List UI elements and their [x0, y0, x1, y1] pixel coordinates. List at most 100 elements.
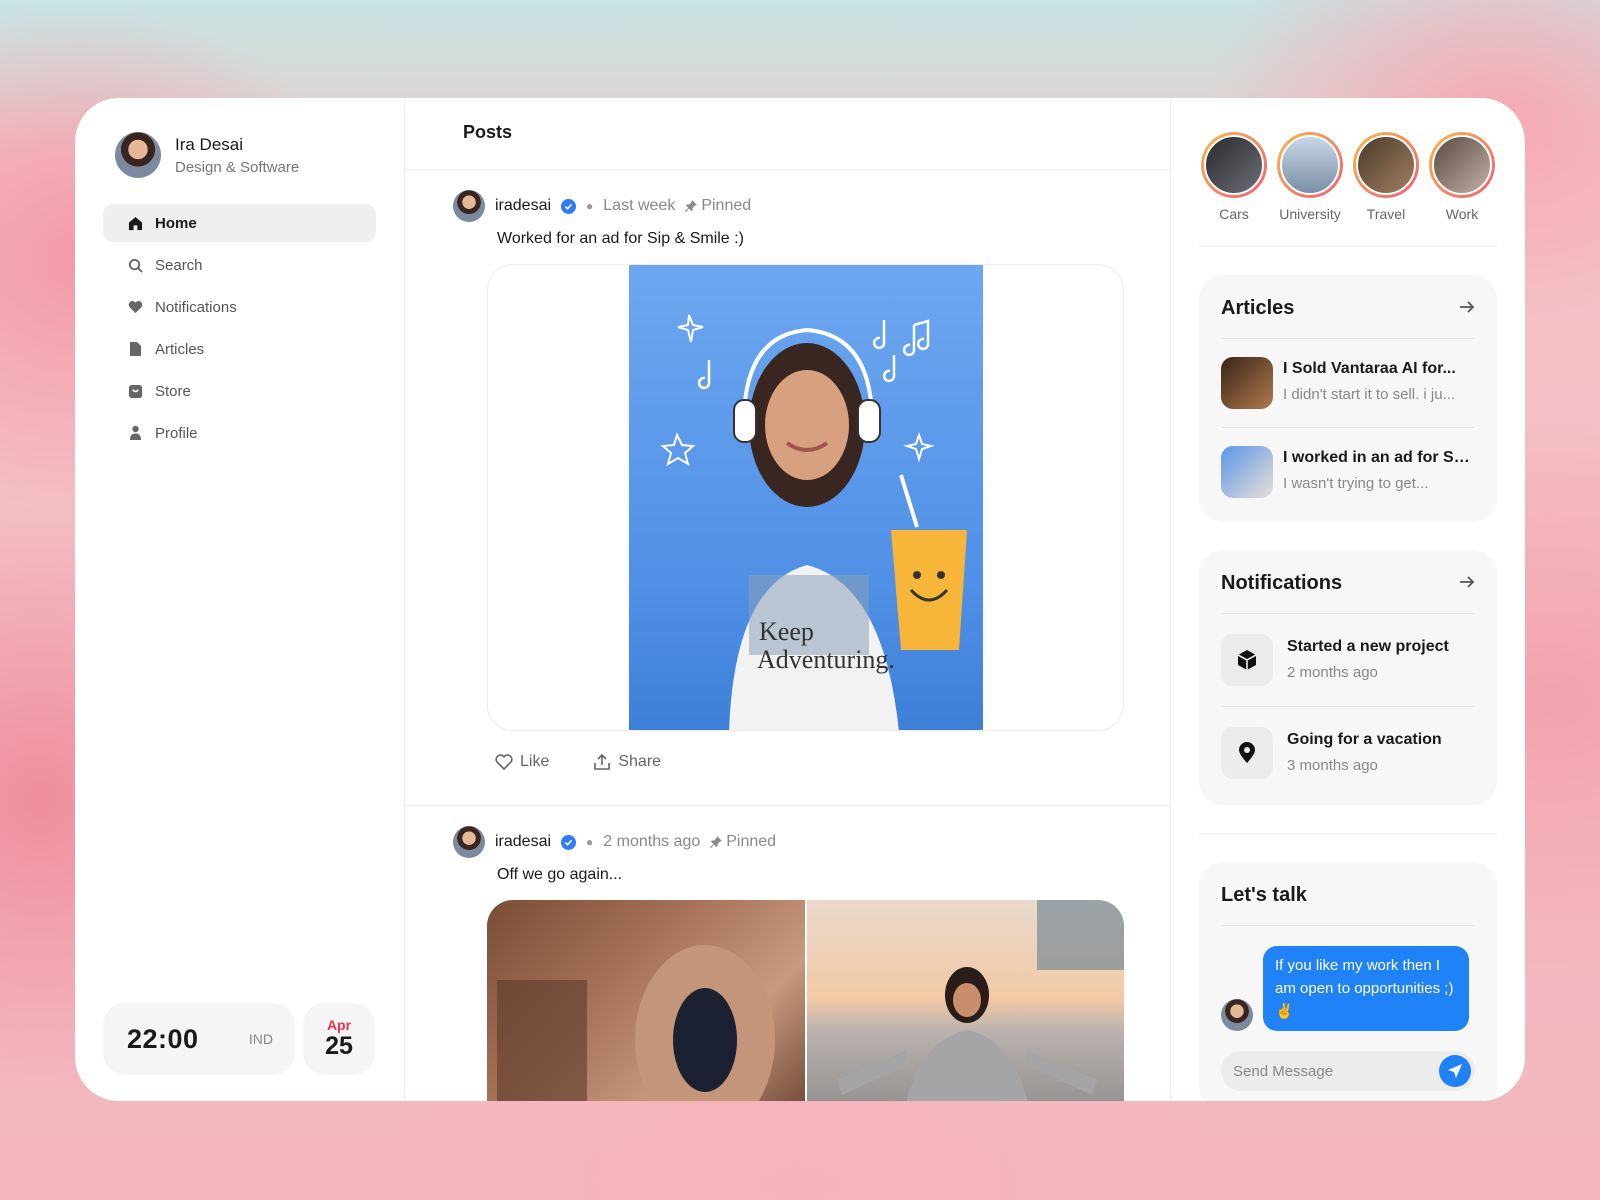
- notification-item[interactable]: Going for a vacation 3 months ago: [1221, 707, 1475, 799]
- article-title: I worked in an ad for Si...: [1283, 449, 1471, 466]
- clock-time: 22:00: [127, 1023, 199, 1054]
- sidebar-item-articles[interactable]: Articles: [103, 330, 376, 368]
- story-ring: [1353, 132, 1419, 198]
- notification-time: 3 months ago: [1287, 757, 1378, 774]
- store-icon: [127, 383, 143, 399]
- post-photo: Keep Adventuring.: [629, 265, 983, 730]
- post-time: Last week: [603, 197, 676, 214]
- sidebar-item-search[interactable]: Search: [103, 246, 376, 284]
- post-media-gallery[interactable]: [487, 900, 1124, 1101]
- post-photo-airplane-window: [487, 900, 805, 1101]
- article-thumbnail: [1221, 446, 1273, 498]
- post-header: iradesai ● 2 months ago Pinned: [453, 826, 1170, 858]
- story-cars[interactable]: Cars: [1199, 132, 1269, 222]
- share-button[interactable]: Share: [593, 753, 661, 771]
- article-excerpt: I wasn't trying to get...: [1283, 475, 1429, 492]
- like-label: Like: [520, 753, 550, 770]
- heart-icon: [127, 299, 143, 315]
- chat-title: Let's talk: [1221, 884, 1475, 926]
- chat-panel: Let's talk If you like my work then I am…: [1199, 862, 1497, 1101]
- avatar: [1221, 999, 1253, 1031]
- notification-title: Going for a vacation: [1287, 731, 1442, 748]
- posts-feed: Posts iradesai ● Last week Pinned Worked…: [405, 98, 1171, 1101]
- svg-text:Keep: Keep: [759, 617, 814, 646]
- notifications-title: Notifications: [1221, 572, 1343, 594]
- story-ring: [1429, 132, 1495, 198]
- heart-outline-icon: [495, 754, 513, 770]
- sidebar-item-label: Store: [155, 382, 191, 400]
- verified-icon: [561, 834, 577, 850]
- article-thumbnail: [1221, 357, 1273, 409]
- articles-panel: Articles I Sold Vantaraa AI for... I did…: [1199, 275, 1497, 522]
- post: iradesai ● 2 months ago Pinned Off we go…: [405, 806, 1170, 1101]
- story-label: University: [1279, 206, 1341, 222]
- notification-item[interactable]: Started a new project 2 months ago: [1221, 614, 1475, 707]
- separator-dot: ●: [586, 835, 594, 849]
- sidebar-item-notifications[interactable]: Notifications: [103, 288, 376, 326]
- articles-header: Articles: [1221, 297, 1475, 339]
- profile-role: Design & Software: [175, 158, 300, 176]
- sidebar-item-store[interactable]: Store: [103, 372, 376, 410]
- chat-message-row: If you like my work then I am open to op…: [1221, 946, 1475, 1031]
- notification-time: 2 months ago: [1287, 664, 1378, 681]
- article-item[interactable]: I Sold Vantaraa AI for... I didn't start…: [1221, 339, 1475, 428]
- arrow-right-icon[interactable]: [1459, 298, 1475, 319]
- notifications-panel: Notifications Started a new project 2 mo…: [1199, 550, 1497, 805]
- clock-zone: IND: [248, 1031, 273, 1047]
- notifications-header: Notifications: [1221, 572, 1475, 614]
- time-card: 22:00 IND: [103, 1003, 295, 1075]
- story-highlights: Cars University Travel Work: [1199, 132, 1497, 247]
- story-ring: [1201, 132, 1267, 198]
- pin-icon: [710, 836, 723, 848]
- right-panel: Cars University Travel Work Articles I S…: [1171, 98, 1525, 1101]
- post-text: Off we go again...: [497, 866, 623, 883]
- article-excerpt: I didn't start it to sell. i ju...: [1283, 386, 1456, 403]
- sidebar-nav: Home Search Notifications Articles Store…: [103, 204, 376, 452]
- location-pin-icon: [1221, 727, 1273, 779]
- notification-title: Started a new project: [1287, 638, 1449, 655]
- share-icon: [594, 753, 611, 770]
- story-university[interactable]: University: [1275, 132, 1345, 222]
- avatar[interactable]: [453, 826, 485, 858]
- sidebar-item-profile[interactable]: Profile: [103, 414, 376, 452]
- avatar: [115, 132, 161, 178]
- story-ring: [1277, 132, 1343, 198]
- post-username[interactable]: iradesai: [495, 833, 551, 851]
- story-label: Cars: [1219, 206, 1249, 222]
- profile-header[interactable]: Ira Desai Design & Software: [103, 132, 376, 178]
- document-icon: [127, 341, 143, 357]
- post-header: iradesai ● Last week Pinned: [453, 190, 1170, 222]
- separator-dot: ●: [586, 199, 594, 213]
- arrow-right-icon[interactable]: [1459, 573, 1475, 594]
- story-label: Work: [1445, 206, 1479, 222]
- post-actions: Like Share: [495, 753, 1170, 805]
- chat-bubble: If you like my work then I am open to op…: [1263, 946, 1469, 1031]
- send-icon: [1448, 1064, 1462, 1078]
- articles-title: Articles: [1221, 297, 1295, 319]
- sidebar-item-label: Notifications: [155, 298, 237, 316]
- article-title: I Sold Vantaraa AI for...: [1283, 360, 1456, 377]
- home-icon: [127, 215, 143, 231]
- pinned-badge: Pinned: [710, 833, 776, 851]
- message-input[interactable]: [1233, 1062, 1413, 1080]
- post-time: 2 months ago: [603, 833, 701, 850]
- verified-icon: [561, 198, 577, 214]
- user-icon: [127, 425, 143, 441]
- avatar[interactable]: [453, 190, 485, 222]
- post-media[interactable]: Keep Adventuring.: [487, 264, 1124, 731]
- date-card: Apr 25: [303, 1003, 375, 1075]
- story-work[interactable]: Work: [1427, 132, 1497, 222]
- post-username[interactable]: iradesai: [495, 197, 551, 215]
- story-travel[interactable]: Travel: [1351, 132, 1421, 222]
- story-label: Travel: [1366, 206, 1406, 222]
- sidebar-item-home[interactable]: Home: [103, 204, 376, 242]
- post-photo-airport: [807, 900, 1124, 1101]
- message-composer: [1221, 1051, 1475, 1091]
- article-item[interactable]: I worked in an ad for Si... I wasn't try…: [1221, 428, 1475, 516]
- divider: [1199, 833, 1497, 834]
- send-button[interactable]: [1439, 1055, 1471, 1087]
- like-button[interactable]: Like: [495, 753, 549, 771]
- share-label: Share: [618, 753, 662, 770]
- date-month: Apr: [326, 1017, 352, 1034]
- pinned-badge: Pinned: [685, 197, 751, 215]
